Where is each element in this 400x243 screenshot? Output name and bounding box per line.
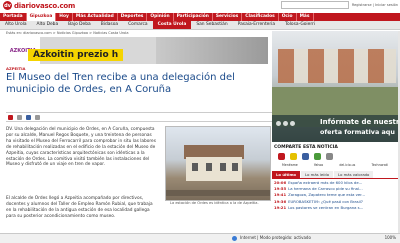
news-list: 20:06 España extraerá más de 600 kilos de… [272,179,398,212]
side-ad-line-1: Infórmate de nuestra [320,118,398,126]
side-ad-roofs [278,49,396,83]
article-paragraph-1: DV. Una delegación del municipio de Orde… [6,127,156,168]
subnav-item-bajo-deba[interactable]: Bajo Deba [63,21,96,29]
font-size-icon[interactable] [35,114,40,120]
share-label[interactable]: Menéame [279,162,301,168]
breadcrumb[interactable]: Estás en: diariovasco.com > Noticias Gip… [6,31,129,35]
ad-banner[interactable]: AZKOITIA Azkoitin prezio h [6,37,268,64]
photo-window [232,163,238,171]
tab-lo-mas-valorado[interactable]: Lo más valorado [334,171,374,178]
news-time: 19:21 [274,204,287,210]
more-share-icon[interactable] [326,153,333,160]
photo-track [166,190,270,196]
subnav-item-alto-urola[interactable]: Alto Urola [0,21,32,29]
nav-item-deportes[interactable]: Deportes [118,13,148,21]
article-paragraph-2: El alcalde de Ordes llegó a Azpeitia aco… [6,196,153,219]
ad-headline: Azkoitin prezio h [28,49,124,61]
news-text[interactable]: Los pastores se centran en Burgana s... [288,205,363,210]
nav-item-servicios[interactable]: Servicios [213,13,243,21]
photo-window [206,163,212,171]
technorati-icon[interactable] [314,153,321,160]
zoom-level[interactable]: 100% [385,235,396,240]
yahoo-icon[interactable] [290,153,297,160]
news-time: 20:06 [274,180,287,185]
news-time: 19:55 [274,186,287,192]
subnav-item-san-sebastian[interactable]: San Sebastián [191,21,232,29]
share-labels: Menéame Yahoo del.icio.us Technorati [272,162,398,168]
meneame-icon[interactable] [278,153,285,160]
search-input[interactable] [280,1,349,9]
side-ad[interactable]: Infórmate de nuestra oferta formativa aq… [272,31,398,142]
site-logo[interactable]: dv diariovasco.com [3,1,75,10]
photo-caption: La estación de Ordes es idéntica a la de… [170,201,259,205]
subnav-item-alto-deba[interactable]: Alto Deba [32,21,64,29]
share-label[interactable]: Yahoo [311,162,326,168]
article-photo[interactable] [165,126,271,201]
primary-nav: Portada Gipuzkoa Hoy Más Actualidad Depo… [0,13,400,21]
news-time: 19:36 [274,198,287,204]
subnav-item-tolosa-goierri[interactable]: Tolosa-Goierri [280,21,320,29]
news-text[interactable]: La hermana de Carrasco pide su final... [288,186,363,191]
news-text[interactable]: España extraerá más de 600 kilos de... [288,180,362,185]
status-text: Internet | Modo protegido: activado [240,235,311,240]
tab-lo-ultimo[interactable]: Lo último [272,171,301,178]
nav-item-hoy[interactable]: Hoy [56,13,73,21]
top-right-area: Registrarse | Iniciar sesión [280,1,398,9]
nav-item-mas-actualidad[interactable]: Más Actualidad [73,13,118,21]
nav-item-clasificados[interactable]: Clasificados [242,13,279,21]
photo-window [220,163,226,171]
share-label[interactable]: del.icio.us [336,162,358,168]
logo-badge: dv [3,1,12,10]
news-text[interactable]: Zaragoza, Zapatero teme que esta ver... [288,192,365,197]
subnav-item-comarca[interactable]: Comarca [123,21,153,29]
photo-window [192,163,198,171]
globe-icon [232,236,237,241]
delicious-icon[interactable] [302,153,309,160]
news-text[interactable]: EUROBASKET09: ¿Qué pasó con Brasil? [288,199,363,204]
share-box: COMPARTE ESTA NOTICIA Menéame Yahoo del.… [272,144,398,212]
logo-brand: diariovasco.com [14,1,76,10]
nav-item-ocio[interactable]: Ocio [279,13,297,21]
top-bar: dv diariovasco.com Registrarse | Iniciar… [0,0,400,10]
news-tabs: Lo último Lo más leído Lo más valorado [272,171,398,179]
section-label: AZPEITIA [6,66,26,71]
share-icons [272,151,398,162]
subnav-item-bidasoa[interactable]: Bidasoa [96,21,123,29]
account-links[interactable]: Registrarse | Iniciar sesión [352,3,398,7]
subnav-item-costa-urola[interactable]: Costa Urola [152,21,192,29]
share-label[interactable]: Technorati [368,162,391,168]
side-ad-logo [276,121,295,126]
share-icon[interactable] [26,114,31,120]
secondary-nav: Alto Urola Alto Deba Bajo Deba Bidasoa C… [0,21,400,30]
nav-item-participacion[interactable]: Participación [174,13,213,21]
nav-item-mas[interactable]: Más [297,13,314,21]
side-ad-line-2: oferta formativa aqu [320,128,395,136]
print-icon[interactable] [8,114,13,120]
list-item[interactable]: 19:21 Los pastores se centran en Burgana … [274,205,396,211]
nav-item-gipuzkoa[interactable]: Gipuzkoa [26,13,57,21]
news-time: 19:41 [274,192,287,198]
tab-lo-mas-leido[interactable]: Lo más leído [301,171,334,178]
article-toolbar [6,112,272,122]
nav-item-opinion[interactable]: Opinión [147,13,174,21]
article-title: El Museo del Tren recibe a una delegació… [6,72,235,95]
subnav-item-pasaia-errenteria[interactable]: Pasaia-Errenteria [233,21,280,29]
ad-photo [156,37,268,64]
email-icon[interactable] [17,114,22,120]
nav-item-portada[interactable]: Portada [0,13,27,21]
share-box-title: COMPARTE ESTA NOTICIA [274,145,338,150]
